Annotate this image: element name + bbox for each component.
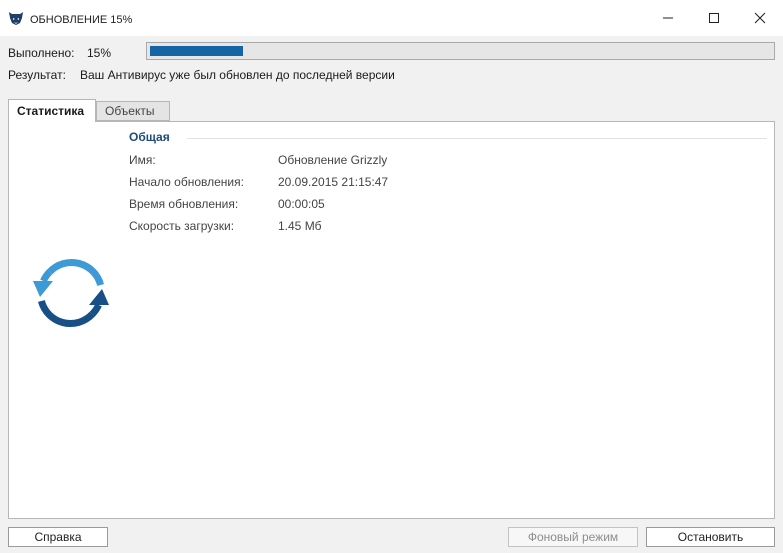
section-title: Общая <box>129 130 170 144</box>
background-mode-button[interactable]: Фоновый режим <box>508 527 638 547</box>
name-value: Обновление Grizzly <box>278 153 388 167</box>
progress-percent: 15% <box>87 46 112 60</box>
update-time-label: Время обновления: <box>129 197 239 211</box>
download-speed-label: Скорость загрузки: <box>129 219 235 233</box>
progress-bar <box>146 42 775 60</box>
help-button-label: Справка <box>34 530 82 544</box>
maximize-icon <box>709 13 719 23</box>
progress-label: Выполнено: <box>8 46 75 60</box>
background-mode-button-label: Фоновый режим <box>527 530 619 544</box>
download-speed-value: 1.45 Мб <box>278 219 322 233</box>
close-button[interactable] <box>737 0 783 36</box>
update-start-label: Начало обновления: <box>129 175 244 189</box>
stop-button-label: Остановить <box>677 530 744 544</box>
tab-objects-label: Объекты <box>105 104 155 118</box>
minimize-button[interactable] <box>645 0 691 36</box>
result-label: Результат: <box>8 68 66 82</box>
grizzly-bear-logo-icon <box>9 12 23 25</box>
maximize-button[interactable] <box>691 0 737 36</box>
window-title: ОБНОВЛЕНИЕ 15% <box>30 14 133 26</box>
tab-objects[interactable]: Объекты <box>96 101 170 121</box>
section-divider <box>187 138 767 139</box>
stop-button[interactable]: Остановить <box>646 527 775 547</box>
minimize-icon <box>663 17 673 19</box>
title-bar: ОБНОВЛЕНИЕ 15% <box>0 0 783 36</box>
tab-statistics-label: Статистика <box>17 104 85 118</box>
result-text: Ваш Антивирус уже был обновлен до послед… <box>80 68 395 82</box>
name-label: Имя: <box>129 153 156 167</box>
update-start-value: 20.09.2015 21:15:47 <box>278 175 389 189</box>
update-time-value: 00:00:05 <box>278 197 325 211</box>
help-button[interactable]: Справка <box>8 527 108 547</box>
close-icon <box>754 12 766 24</box>
statistics-panel: Общая Имя: Обновление Grizzly Начало обн… <box>8 121 775 519</box>
tab-statistics[interactable]: Статистика <box>8 99 96 122</box>
refresh-arrows-icon <box>33 259 109 327</box>
progress-bar-fill <box>150 46 243 56</box>
